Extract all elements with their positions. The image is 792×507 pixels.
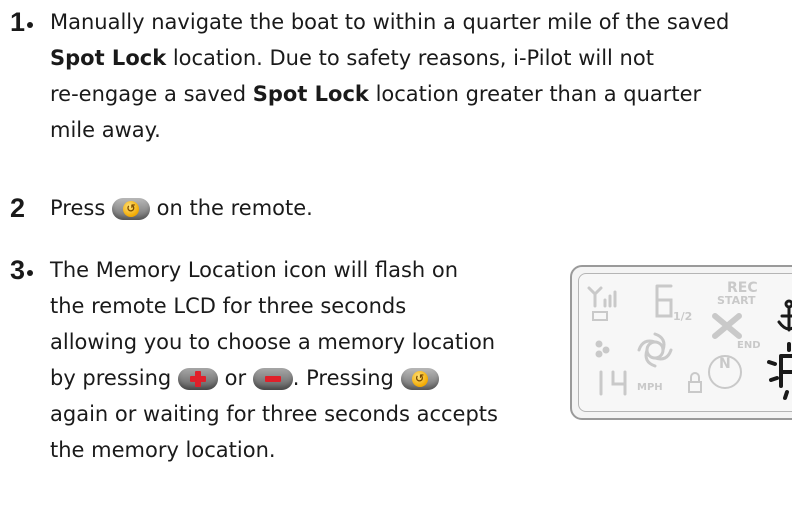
lcd-mph-label: MPH (637, 382, 663, 393)
step-line: allowing you to choose a memory location (50, 330, 496, 354)
step-line: mile away. (50, 118, 161, 142)
lcd-north-label: N (719, 356, 731, 372)
step-line: the remote LCD for three seconds (50, 294, 407, 318)
plus-button-icon (177, 368, 218, 390)
step-line: Press ↺ on the remote. (50, 196, 313, 220)
step-line: Manually navigate the boat to within a q… (50, 10, 730, 34)
step-line: The Memory Location icon will flash on (50, 258, 459, 282)
lcd-half-label: 1/2 (673, 310, 693, 323)
step-line: the memory location. (50, 438, 276, 462)
step-line: Spot Lock location. Due to safety reason… (50, 46, 654, 70)
step-line: again or waiting for three seconds accep… (50, 402, 498, 426)
step-number: 1 (10, 4, 34, 40)
step-line: re-engage a saved Spot Lock location gre… (50, 82, 702, 106)
lcd-start-label: START (717, 294, 756, 307)
step-number: 2 (10, 193, 26, 223)
spot-lock-term: Spot Lock (50, 46, 167, 70)
remote-lcd-illustration: REC START END 1/2 MPH N (570, 265, 792, 420)
spot-lock-button-icon: ↺ (400, 368, 439, 390)
lcd-screen: REC START END 1/2 MPH N (578, 273, 792, 412)
step-line: by pressing or . Pressing ↺ (50, 360, 439, 396)
minus-button-icon (252, 368, 293, 390)
spot-lock-term: Spot Lock (252, 82, 369, 106)
step-number: 3 (10, 252, 34, 288)
spot-lock-button-icon: ↺ (111, 198, 150, 220)
lcd-end-label: END (737, 340, 761, 351)
